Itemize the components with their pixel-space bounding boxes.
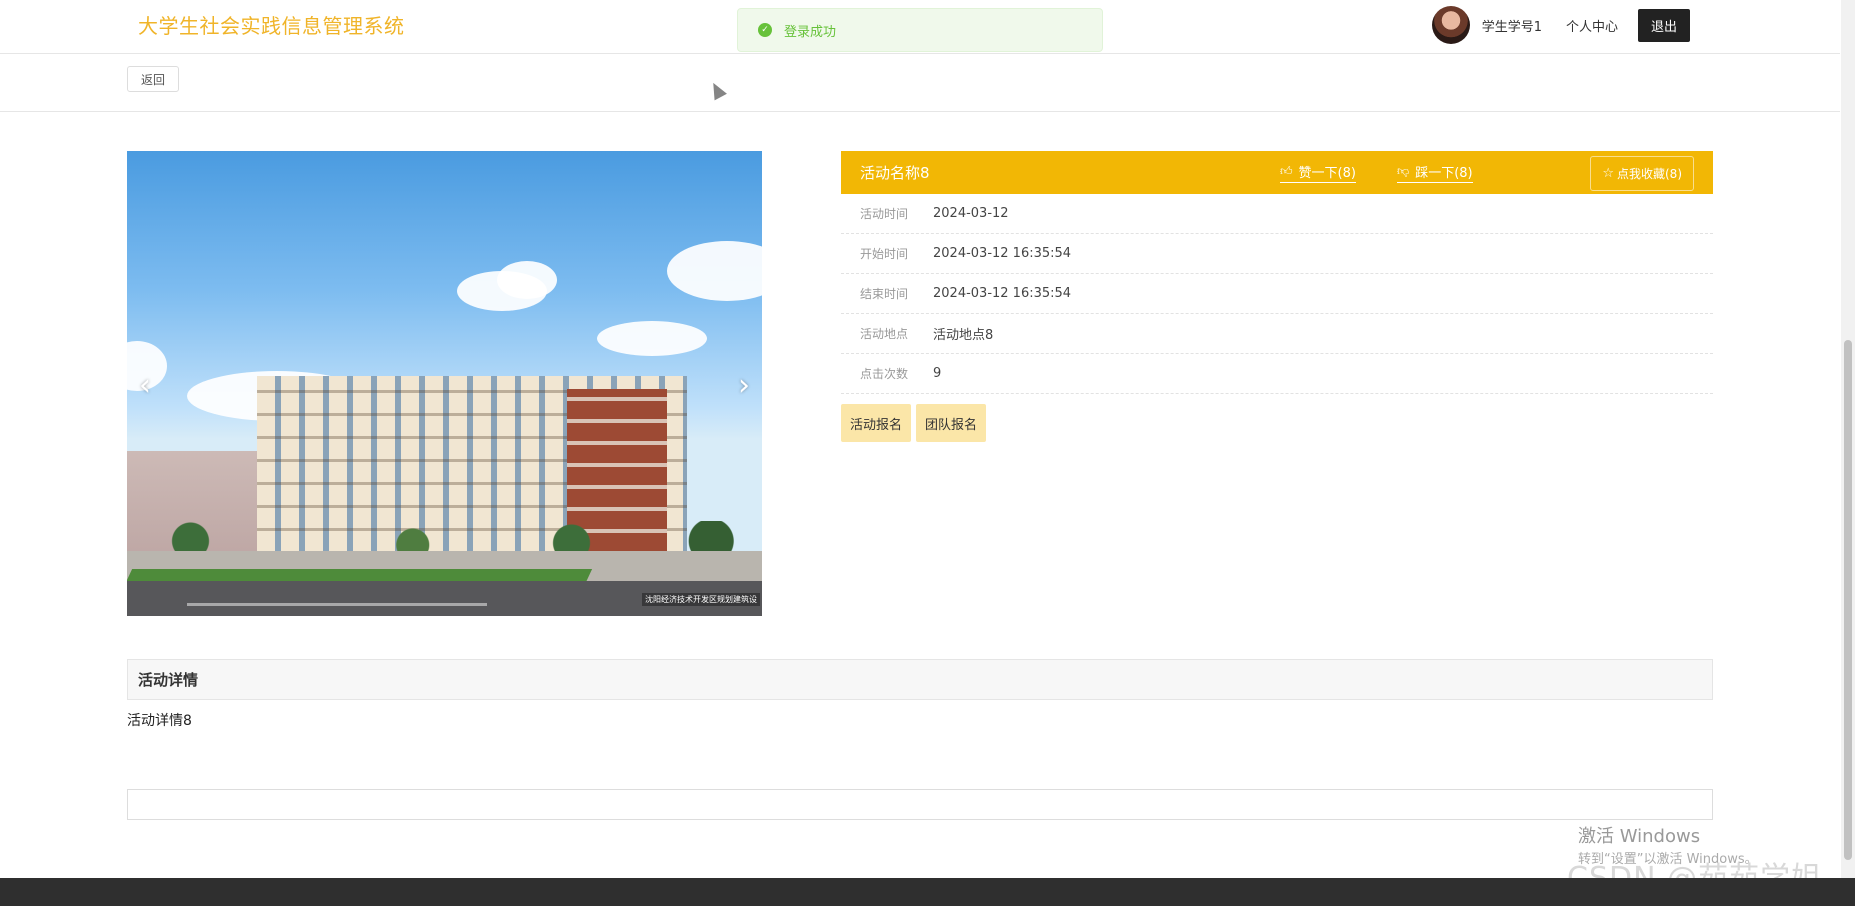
field-value: 2024-03-12 16:35:54 <box>933 246 1072 261</box>
field-label: 结束时间 <box>860 287 909 301</box>
user-area: 学生学号1 个人中心 退出 <box>1431 3 1690 47</box>
sky-cloud <box>667 241 762 301</box>
sky-cloud <box>597 321 707 356</box>
image-carousel[interactable]: ‹ › 沈阳经济技术开发区规划建筑设 <box>127 151 762 616</box>
field-value: 2024-03-12 16:35:54 <box>933 286 1072 301</box>
chevron-left-icon[interactable]: ‹ <box>139 371 151 401</box>
page-footer <box>0 878 1855 906</box>
username-link[interactable]: 学生学号1 <box>1482 16 1542 35</box>
road-marking <box>187 603 487 606</box>
field-label: 开始时间 <box>860 247 909 261</box>
profile-link[interactable]: 个人中心 <box>1566 16 1618 35</box>
field-row-end-time: 结束时间 2024-03-12 16:35:54 <box>841 274 1713 314</box>
details-body: 活动详情8 <box>127 713 192 729</box>
field-row-activity-date: 活动时间 2024-03-12 <box>841 194 1713 234</box>
field-label: 活动时间 <box>860 207 909 221</box>
field-label: 活动地点 <box>860 327 909 341</box>
dislike-label: 踩一下(8) <box>1415 166 1473 181</box>
thumbs-down-icon: 👎︎ <box>1397 164 1410 178</box>
logout-button[interactable]: 退出 <box>1637 8 1690 42</box>
star-icon: ☆ <box>1602 166 1614 181</box>
activity-header-bar: 活动名称8 👍︎ 赞一下(8) 👎︎ 踩一下(8) ☆ 点我收藏(8) <box>841 151 1713 194</box>
image-watermark: 沈阳经济技术开发区规划建筑设 <box>642 593 760 606</box>
back-button[interactable]: 返回 <box>127 66 179 92</box>
field-row-location: 活动地点 活动地点8 <box>841 314 1713 354</box>
page-scrollbar[interactable] <box>1841 0 1855 878</box>
scrollbar-thumb[interactable] <box>1844 340 1852 860</box>
top-header: 大学生社会实践信息管理系统 ✓ 登录成功 学生学号1 个人中心 退出 <box>0 0 1840 54</box>
dislike-button[interactable]: 👎︎ 踩一下(8) <box>1397 162 1473 183</box>
field-value: 9 <box>933 366 942 381</box>
like-label: 赞一下(8) <box>1298 166 1356 181</box>
field-label: 点击次数 <box>860 367 909 381</box>
activity-name: 活动名称8 <box>860 164 930 182</box>
favorite-label: 点我收藏(8) <box>1617 167 1682 181</box>
activity-info-panel: 活动名称8 👍︎ 赞一下(8) 👎︎ 踩一下(8) ☆ 点我收藏(8) 活动时间… <box>841 151 1713 442</box>
avatar[interactable] <box>1431 6 1470 44</box>
activity-signup-button[interactable]: 活动报名 <box>841 404 912 442</box>
field-row-start-time: 开始时间 2024-03-12 16:35:54 <box>841 234 1713 274</box>
toast-message: 登录成功 <box>784 24 837 40</box>
field-value: 活动地点8 <box>933 328 994 343</box>
site-title[interactable]: 大学生社会实践信息管理系统 <box>138 10 405 39</box>
chevron-right-icon[interactable]: › <box>738 371 750 401</box>
details-heading: 活动详情 <box>127 659 1713 700</box>
field-value: 2024-03-12 <box>933 206 1009 221</box>
windows-activate-notice: 激活 Windows <box>1578 826 1701 847</box>
login-success-toast: ✓ 登录成功 <box>737 8 1103 52</box>
field-row-click-count: 点击次数 9 <box>841 354 1713 394</box>
team-signup-button[interactable]: 团队报名 <box>916 404 987 442</box>
sub-toolbar: 返回 <box>0 54 1840 112</box>
check-circle-icon: ✓ <box>758 23 772 37</box>
comment-area[interactable] <box>127 789 1713 820</box>
action-buttons: 活动报名 团队报名 <box>841 404 1713 442</box>
thumbs-up-icon: 👍︎ <box>1280 164 1293 178</box>
sky-cloud <box>497 261 557 299</box>
like-button[interactable]: 👍︎ 赞一下(8) <box>1280 162 1356 183</box>
favorite-button[interactable]: ☆ 点我收藏(8) <box>1590 156 1694 191</box>
